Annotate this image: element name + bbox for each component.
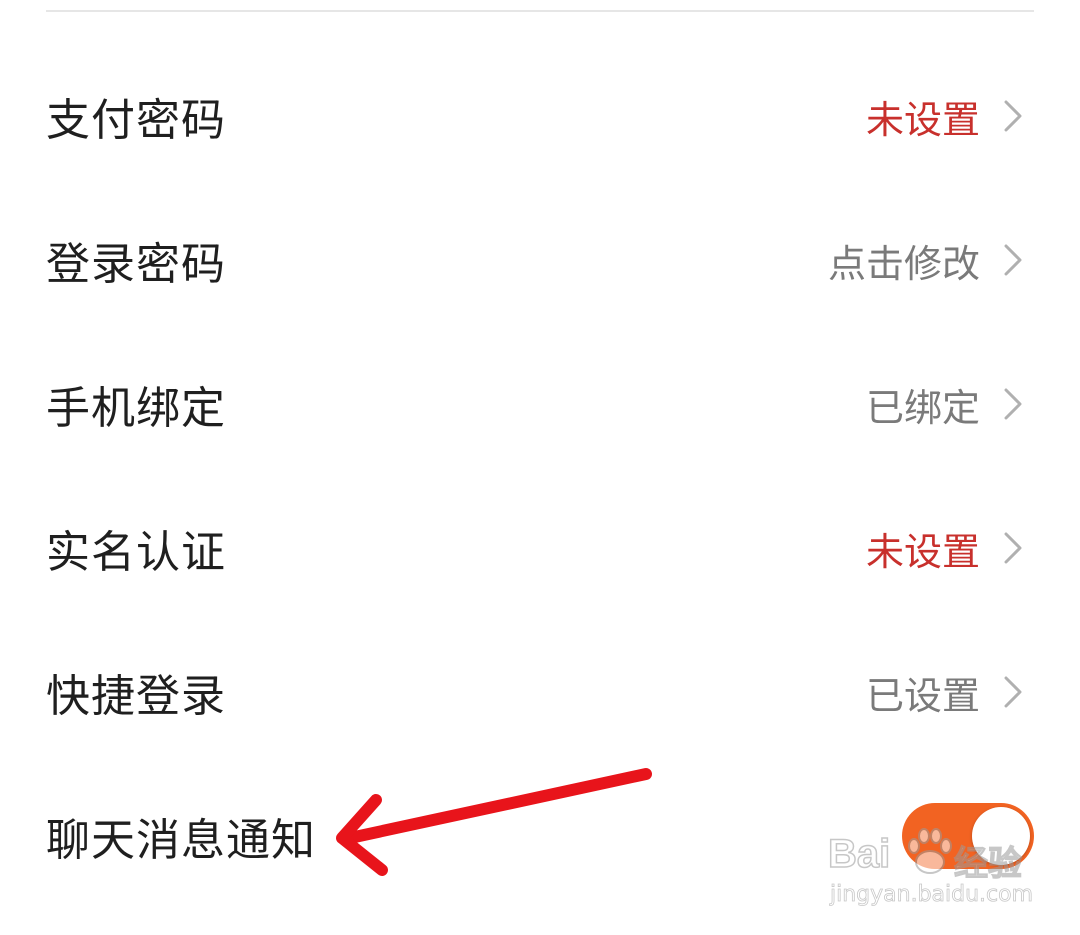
- phone-binding-label: 手机绑定: [46, 383, 226, 434]
- settings-row-payment-password[interactable]: 支付密码 未设置: [0, 44, 1080, 188]
- chevron-right-icon: [1004, 244, 1022, 276]
- login-password-status: 点击修改: [827, 241, 980, 286]
- chevron-right-icon: [1004, 388, 1022, 420]
- settings-row-login-password[interactable]: 登录密码 点击修改: [0, 188, 1080, 332]
- top-divider: [46, 10, 1034, 12]
- phone-binding-status: 已绑定: [865, 385, 980, 430]
- chat-notification-label: 聊天消息通知: [46, 815, 316, 866]
- toggle-knob: [972, 807, 1030, 865]
- payment-password-label: 支付密码: [46, 95, 226, 146]
- real-name-verification-status: 未设置: [865, 529, 980, 574]
- payment-password-status: 未设置: [865, 97, 980, 142]
- quick-login-status: 已设置: [865, 673, 980, 718]
- chevron-right-icon: [1004, 676, 1022, 708]
- settings-row-quick-login[interactable]: 快捷登录 已设置: [0, 620, 1080, 764]
- chevron-right-icon: [1004, 100, 1022, 132]
- quick-login-label: 快捷登录: [46, 671, 226, 722]
- settings-row-chat-notification: 聊天消息通知: [0, 764, 1080, 908]
- settings-row-real-name-verification[interactable]: 实名认证 未设置: [0, 476, 1080, 620]
- real-name-verification-label: 实名认证: [46, 527, 226, 578]
- chevron-right-icon: [1004, 532, 1022, 564]
- chat-notification-toggle[interactable]: [902, 803, 1034, 869]
- settings-row-phone-binding[interactable]: 手机绑定 已绑定: [0, 332, 1080, 476]
- login-password-label: 登录密码: [46, 239, 226, 290]
- settings-list: 支付密码 未设置 登录密码 点击修改 手机绑定 已绑定 实名认证 未设置 快捷登…: [0, 44, 1080, 908]
